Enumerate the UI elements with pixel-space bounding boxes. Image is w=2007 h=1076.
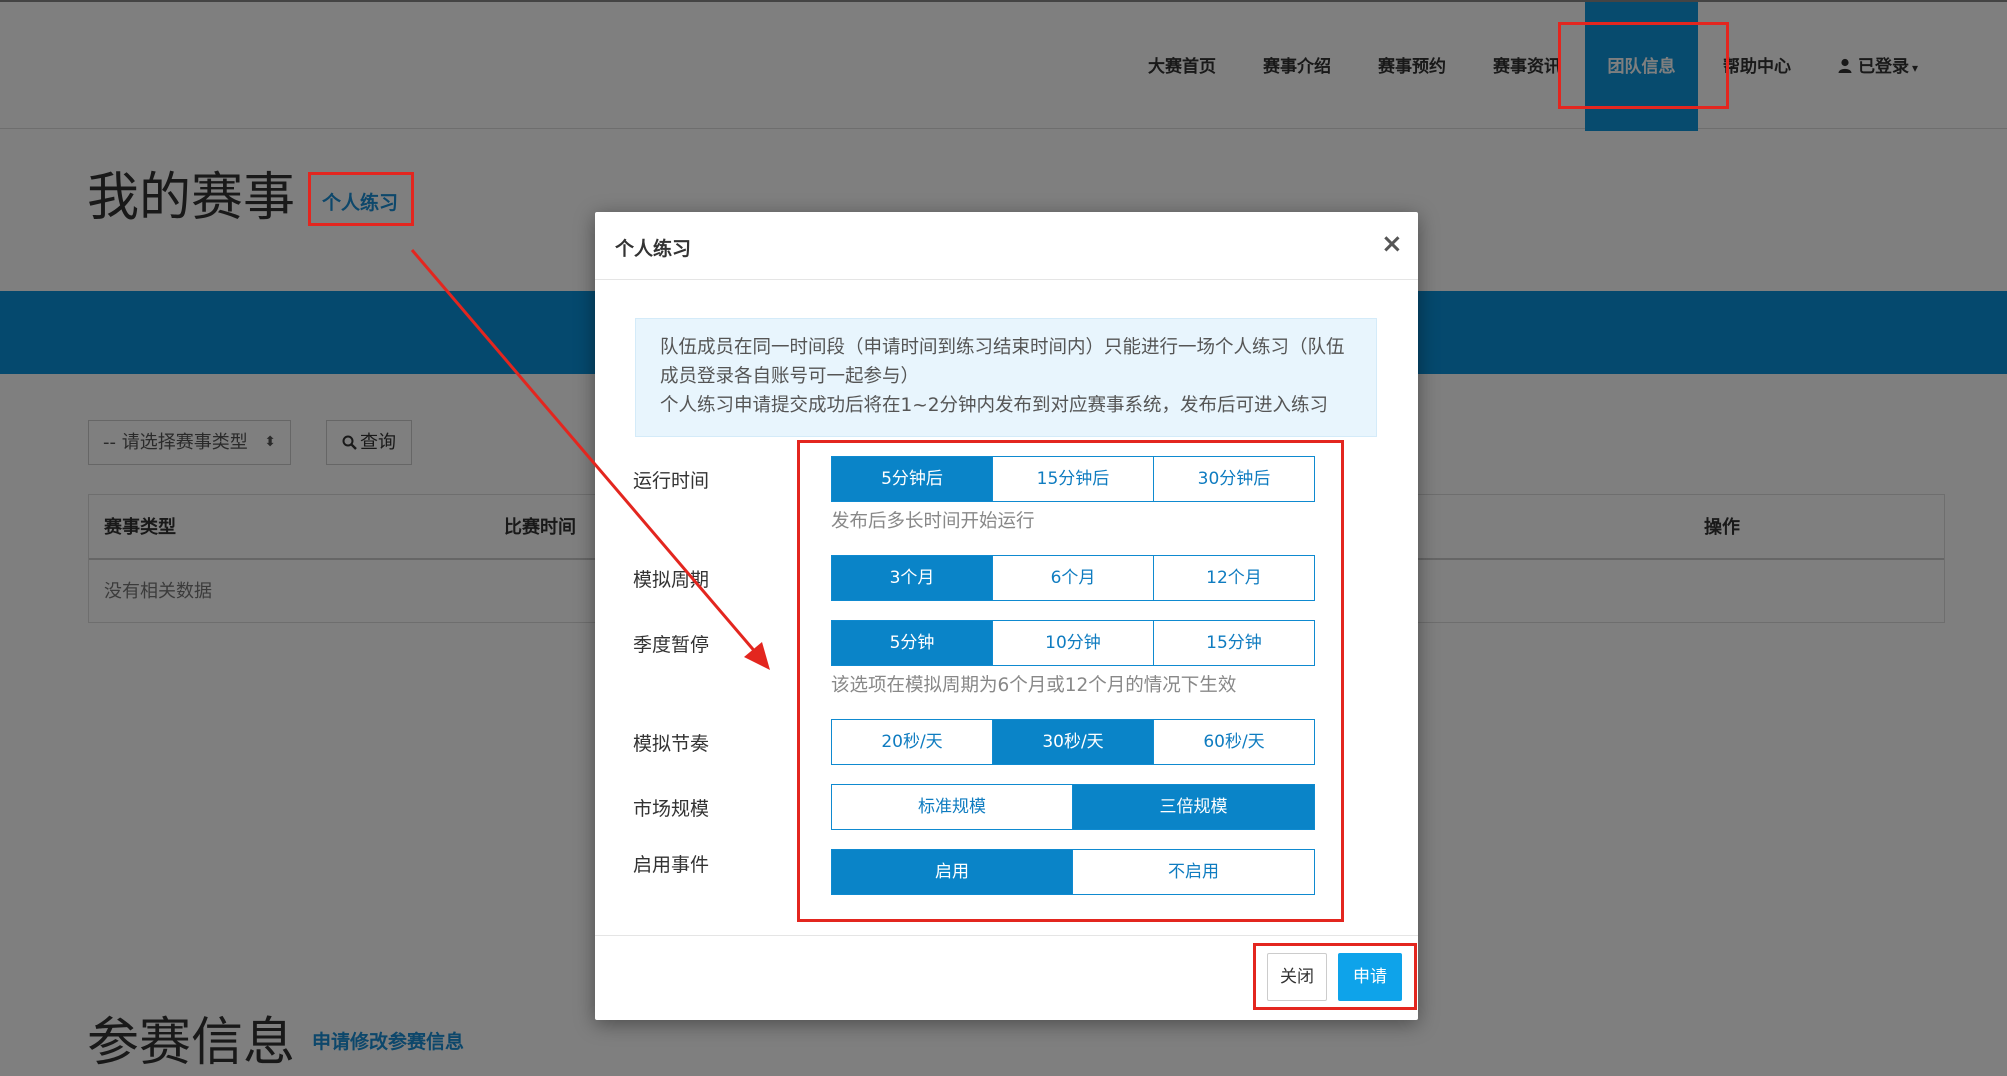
annotation-arrow [410,249,770,670]
